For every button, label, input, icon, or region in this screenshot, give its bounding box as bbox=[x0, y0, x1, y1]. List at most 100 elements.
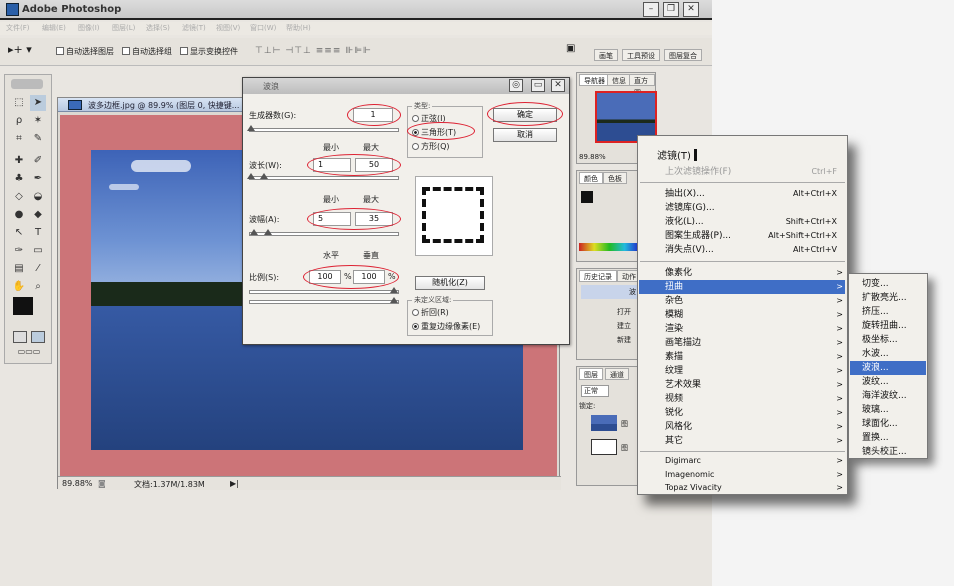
history-item[interactable]: 建立 bbox=[617, 321, 631, 331]
menu-window[interactable]: 窗口(W) bbox=[250, 23, 276, 33]
menu-help[interactable]: 帮助(H) bbox=[286, 23, 311, 33]
notes-tool-icon[interactable]: ▤ bbox=[11, 261, 27, 277]
wrap-around-radio[interactable]: 折回(R) bbox=[412, 307, 449, 318]
menu-vanishing-point[interactable]: 消失点(V)... Alt+Ctrl+V bbox=[639, 243, 845, 257]
amplitude-slider[interactable] bbox=[249, 229, 399, 236]
dialog-restore-icon[interactable]: ▭ bbox=[531, 79, 545, 92]
history-item[interactable]: 新建 bbox=[617, 335, 631, 345]
navigator-zoom[interactable]: 89.88% bbox=[579, 153, 606, 161]
menu-liquify[interactable]: 液化(L)... Shift+Ctrl+X bbox=[639, 215, 845, 229]
slider-knob[interactable] bbox=[247, 173, 255, 179]
tab-navigator[interactable]: 导航器 bbox=[579, 74, 610, 86]
menu-group-stylize[interactable]: 风格化 > bbox=[639, 420, 845, 434]
submenu-item-displace[interactable]: 置换... bbox=[850, 431, 926, 445]
menu-extract[interactable]: 抽出(X)... Alt+Ctrl+X bbox=[639, 187, 845, 201]
status-menu-arrow-icon[interactable]: ▶| bbox=[230, 479, 239, 488]
move-tool-icon[interactable]: ➤ bbox=[30, 95, 46, 111]
submenu-item-ocean-ripple[interactable]: 海洋波纹... bbox=[850, 389, 926, 403]
menu-file[interactable]: 文件(F) bbox=[6, 23, 30, 33]
pen-tool-icon[interactable]: ✑ bbox=[11, 243, 27, 259]
wavelength-slider[interactable] bbox=[247, 173, 399, 180]
brush-tool-icon[interactable]: ✐ bbox=[30, 153, 46, 169]
menu-filter-gallery[interactable]: 滤镜库(G)... bbox=[639, 201, 845, 215]
submenu-item-shear[interactable]: 切变... bbox=[850, 277, 926, 291]
menu-group-blur[interactable]: 模糊 > bbox=[639, 308, 845, 322]
quick-mask-icon[interactable] bbox=[31, 331, 45, 343]
menu-edit[interactable]: 编辑(E) bbox=[42, 23, 66, 33]
foreground-color-swatch[interactable] bbox=[13, 297, 33, 315]
standard-mode-icon[interactable] bbox=[13, 331, 27, 343]
menu-plugin-topaz[interactable]: Topaz Vivacity > bbox=[639, 482, 845, 494]
randomize-button[interactable]: 随机化(Z) bbox=[415, 276, 485, 290]
submenu-item-glass[interactable]: 玻璃... bbox=[850, 403, 926, 417]
menu-group-distort[interactable]: 扭曲 > bbox=[639, 280, 845, 294]
scale-h-slider[interactable] bbox=[249, 287, 399, 294]
hand-tool-icon[interactable]: ✋ bbox=[11, 279, 27, 295]
layer-thumbnail[interactable] bbox=[591, 439, 617, 455]
slider-knob[interactable] bbox=[260, 173, 268, 179]
menu-group-texture[interactable]: 纹理 > bbox=[639, 364, 845, 378]
tab-tool-presets[interactable]: 工具预设 bbox=[622, 49, 660, 61]
menu-group-artistic[interactable]: 艺术效果 > bbox=[639, 378, 845, 392]
generators-slider[interactable] bbox=[247, 125, 399, 132]
eyedropper-icon[interactable]: ⁄ bbox=[30, 261, 46, 277]
submenu-item-ripple[interactable]: 波纹... bbox=[850, 375, 926, 389]
cancel-button[interactable]: 取消 bbox=[493, 128, 557, 142]
menu-layer[interactable]: 图层(L) bbox=[112, 23, 135, 33]
menu-group-brush-strokes[interactable]: 画笔描边 > bbox=[639, 336, 845, 350]
show-transform-checkbox[interactable]: 显示变换控件 bbox=[180, 46, 238, 57]
menu-plugin-imagenomic[interactable]: Imagenomic > bbox=[639, 468, 845, 482]
auto-select-layer-checkbox[interactable]: 自动选择图层 bbox=[56, 46, 114, 57]
layer-thumbnail[interactable] bbox=[591, 415, 617, 431]
history-item[interactable]: 波 bbox=[629, 287, 636, 297]
dock-icon[interactable]: ▣ bbox=[566, 43, 575, 54]
dodge-tool-icon[interactable]: ● bbox=[11, 207, 27, 223]
tab-histogram[interactable]: 直方图 bbox=[629, 74, 655, 97]
close-icon[interactable]: ✕ bbox=[683, 2, 699, 17]
crop-tool-icon[interactable]: ⌗ bbox=[11, 131, 27, 147]
shape-tool-icon[interactable]: ▭ bbox=[30, 243, 46, 259]
slice-tool-icon[interactable]: ✎ bbox=[30, 131, 46, 147]
menu-group-sharpen[interactable]: 锐化 > bbox=[639, 406, 845, 420]
submenu-item-diffuse-glow[interactable]: 扩散亮光... bbox=[850, 291, 926, 305]
minimize-icon[interactable]: – bbox=[643, 2, 659, 17]
submenu-item-spherize[interactable]: 球面化... bbox=[850, 417, 926, 431]
gradient-tool-icon[interactable]: ◒ bbox=[30, 189, 46, 205]
dialog-close-icon[interactable]: ✕ bbox=[551, 79, 565, 92]
eraser-tool-icon[interactable]: ◇ bbox=[11, 189, 27, 205]
tab-layers[interactable]: 图层 bbox=[579, 368, 603, 380]
menu-group-other[interactable]: 其它 > bbox=[639, 434, 845, 448]
tab-history[interactable]: 历史记录 bbox=[579, 270, 617, 282]
tab-color[interactable]: 颜色 bbox=[579, 172, 603, 184]
slider-knob[interactable] bbox=[390, 297, 398, 303]
clone-stamp-icon[interactable]: ♣ bbox=[11, 171, 27, 187]
menu-group-video[interactable]: 视频 > bbox=[639, 392, 845, 406]
move-tool-icon[interactable]: ▸+ ▾ bbox=[8, 43, 32, 56]
submenu-item-pinch[interactable]: 挤压... bbox=[850, 305, 926, 319]
menu-group-sketch[interactable]: 素描 > bbox=[639, 350, 845, 364]
marquee-tool-icon[interactable]: ⬚ bbox=[11, 95, 27, 111]
tab-channels[interactable]: 通道 bbox=[605, 368, 629, 380]
layer-name[interactable]: 图 bbox=[621, 443, 628, 453]
scale-v-slider[interactable] bbox=[249, 297, 399, 304]
magic-wand-icon[interactable]: ✶ bbox=[30, 113, 46, 129]
menu-plugin-digimarc[interactable]: Digimarc > bbox=[639, 454, 845, 468]
slider-knob[interactable] bbox=[390, 287, 398, 293]
history-brush-icon[interactable]: ✒ bbox=[30, 171, 46, 187]
align-icons[interactable]: ⊤⊥⊢ ⊣⊤⊥ ≡≡≡ ⊪⊫⊩ bbox=[255, 46, 372, 58]
path-selection-icon[interactable]: ↖ bbox=[11, 225, 27, 241]
menu-last-filter[interactable]: 上次滤镜操作(F) Ctrl+F bbox=[639, 165, 845, 179]
auto-select-group-checkbox[interactable]: 自动选择组 bbox=[122, 46, 172, 57]
submenu-item-polar-coordinates[interactable]: 极坐标... bbox=[850, 333, 926, 347]
zoom-level[interactable]: 89.88% bbox=[62, 479, 93, 488]
screen-mode-icon[interactable]: ▭▭▭ bbox=[13, 347, 45, 357]
menu-image[interactable]: 图像(I) bbox=[78, 23, 100, 33]
layer-name[interactable]: 图 bbox=[621, 419, 628, 429]
slider-knob[interactable] bbox=[247, 125, 255, 131]
blend-mode-select[interactable]: 正常 bbox=[581, 385, 609, 397]
menu-select[interactable]: 选择(S) bbox=[146, 23, 170, 33]
submenu-item-twirl[interactable]: 旋转扭曲... bbox=[850, 319, 926, 333]
tab-brushes[interactable]: 画笔 bbox=[594, 49, 618, 61]
zoom-tool-icon[interactable]: ⌕ bbox=[30, 279, 46, 295]
menu-view[interactable]: 视图(V) bbox=[216, 23, 240, 33]
